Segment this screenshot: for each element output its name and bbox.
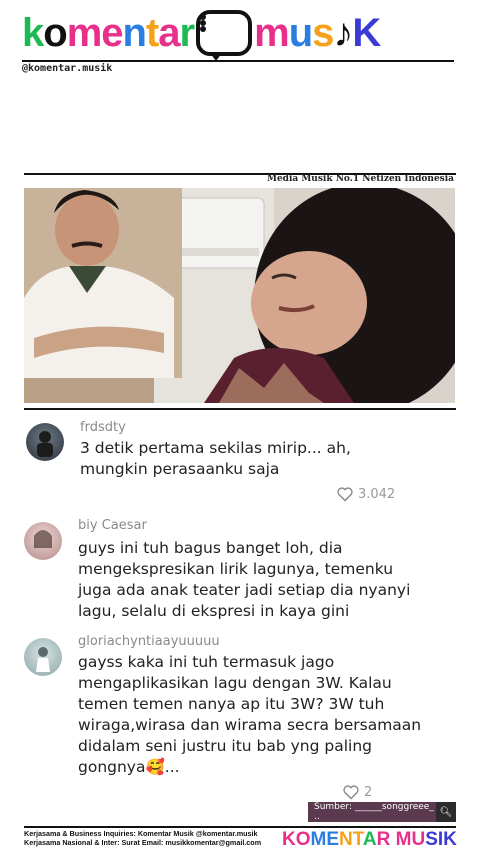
- avatar-figure-icon: [36, 647, 50, 672]
- footer-logo: KOMENTAR MUSIK: [282, 829, 457, 850]
- thumbnail-illustration: [24, 188, 455, 403]
- logo-letter: o: [43, 10, 67, 55]
- divider: [24, 826, 456, 828]
- source-link[interactable]: Sumber: ______songgreee_ .. 🔍︎: [308, 802, 456, 822]
- divider: [24, 408, 456, 410]
- comment-username[interactable]: frdsdty: [80, 420, 126, 435]
- chat-bubble-icon: [196, 10, 253, 61]
- comment-item: gloriachyntiaayuuuuu gayss kaka ini tuh …: [24, 634, 444, 804]
- divider: [22, 60, 454, 62]
- like-count: 3.042: [358, 486, 396, 502]
- logo-letter: u: [288, 10, 313, 55]
- comment-item: frdsdty 3 detik pertama sekilas mirip...…: [24, 420, 444, 510]
- avatar[interactable]: [24, 638, 62, 676]
- avatar-figure-icon: [37, 431, 53, 457]
- search-icon[interactable]: 🔍︎: [436, 802, 456, 822]
- logo-letter: n: [122, 10, 147, 55]
- avatar[interactable]: [24, 522, 62, 560]
- tagline: Media Musik No.1 Netizen Indonesia: [266, 174, 454, 184]
- logo-letter: a: [158, 10, 180, 55]
- comment-text: gayss kaka ini tuh termasuk jago mengapl…: [78, 653, 422, 776]
- comment-text: 3 detik pertama sekilas mirip... ah, mun…: [80, 439, 351, 478]
- logo-letter: m: [66, 10, 103, 55]
- footer-line-2: Kerjasama Nasional & Inter: Surat Email:…: [24, 837, 262, 847]
- footer-info: Kerjasama & Business Inquiries: Komentar…: [24, 829, 262, 847]
- like-button[interactable]: 2: [342, 784, 372, 800]
- logo-letter: K: [352, 10, 381, 55]
- logo-letter: k: [22, 10, 44, 55]
- heart-icon: [337, 487, 353, 502]
- like-count: 2: [364, 784, 373, 800]
- account-handle: @komentar.musik: [22, 63, 113, 74]
- logo-letter: t: [145, 10, 159, 55]
- heart-icon: [343, 785, 359, 800]
- video-thumbnail: [24, 188, 455, 403]
- comment-username[interactable]: biy Caesar: [78, 518, 147, 533]
- comment-item: biy Caesar guys ini tuh bagus banget loh…: [24, 518, 444, 628]
- avatar[interactable]: [26, 423, 64, 461]
- source-text: Sumber: ______songgreee_ ..: [314, 802, 434, 822]
- brand-logo: k o m e n t a r m u s ♪ K: [22, 10, 381, 61]
- logo-letter: m: [254, 10, 290, 55]
- music-note-icon: ♪: [333, 10, 353, 55]
- comment-text: guys ini tuh bagus banget loh, dia menge…: [78, 539, 411, 620]
- logo-letter: s: [312, 10, 334, 55]
- logo-letter: e: [101, 10, 123, 55]
- comment-username[interactable]: gloriachyntiaayuuuuu: [78, 634, 220, 649]
- avatar-figure-icon: [34, 530, 52, 548]
- like-button[interactable]: 3.042: [336, 486, 395, 502]
- logo-letter: r: [179, 10, 196, 55]
